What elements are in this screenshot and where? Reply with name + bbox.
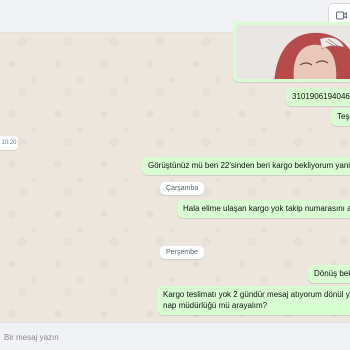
message-text: Hala elime ulaşan kargo yok takip numara… [183, 204, 350, 213]
date-divider-label: Çarşamba [166, 185, 199, 192]
chat-window: 3101906194046 kar Teşek 10:20 Görüştünüz… [0, 0, 350, 350]
message-text: Teşek [337, 112, 350, 121]
image-message[interactable] [233, 22, 350, 82]
message-bubble[interactable]: Kargo teslimatı yok 2 gündür mesaj atıyo… [157, 286, 350, 315]
video-camera-icon [336, 11, 347, 19]
message-text: Dönüş bekli [314, 269, 350, 278]
message-input[interactable] [0, 328, 350, 346]
message-image[interactable] [236, 25, 350, 79]
message-bubble[interactable]: 3101906194046 kar [286, 88, 350, 106]
incoming-message-stub[interactable]: 10:20 [0, 136, 18, 150]
date-divider: Perşembe [160, 246, 204, 259]
message-bubble[interactable]: Teşek [331, 108, 350, 126]
date-divider: Çarşamba [160, 182, 205, 195]
message-text: Kargo teslimatı yok 2 gündür mesaj atıyo… [163, 290, 350, 310]
date-divider-label: Perşembe [166, 249, 198, 256]
message-bubble[interactable]: Dönüş bekli [308, 265, 350, 283]
message-time: 10:20 [1, 140, 17, 146]
message-composer [0, 322, 350, 350]
message-bubble[interactable]: Görüştünüz mü ben 22'sinden beri kargo b… [142, 157, 350, 175]
message-text: 3101906194046 kar [292, 92, 350, 101]
message-bubble[interactable]: Hala elime ulaşan kargo yok takip numara… [177, 200, 350, 218]
message-text: Görüştünüz mü ben 22'sinden beri kargo b… [148, 161, 350, 170]
